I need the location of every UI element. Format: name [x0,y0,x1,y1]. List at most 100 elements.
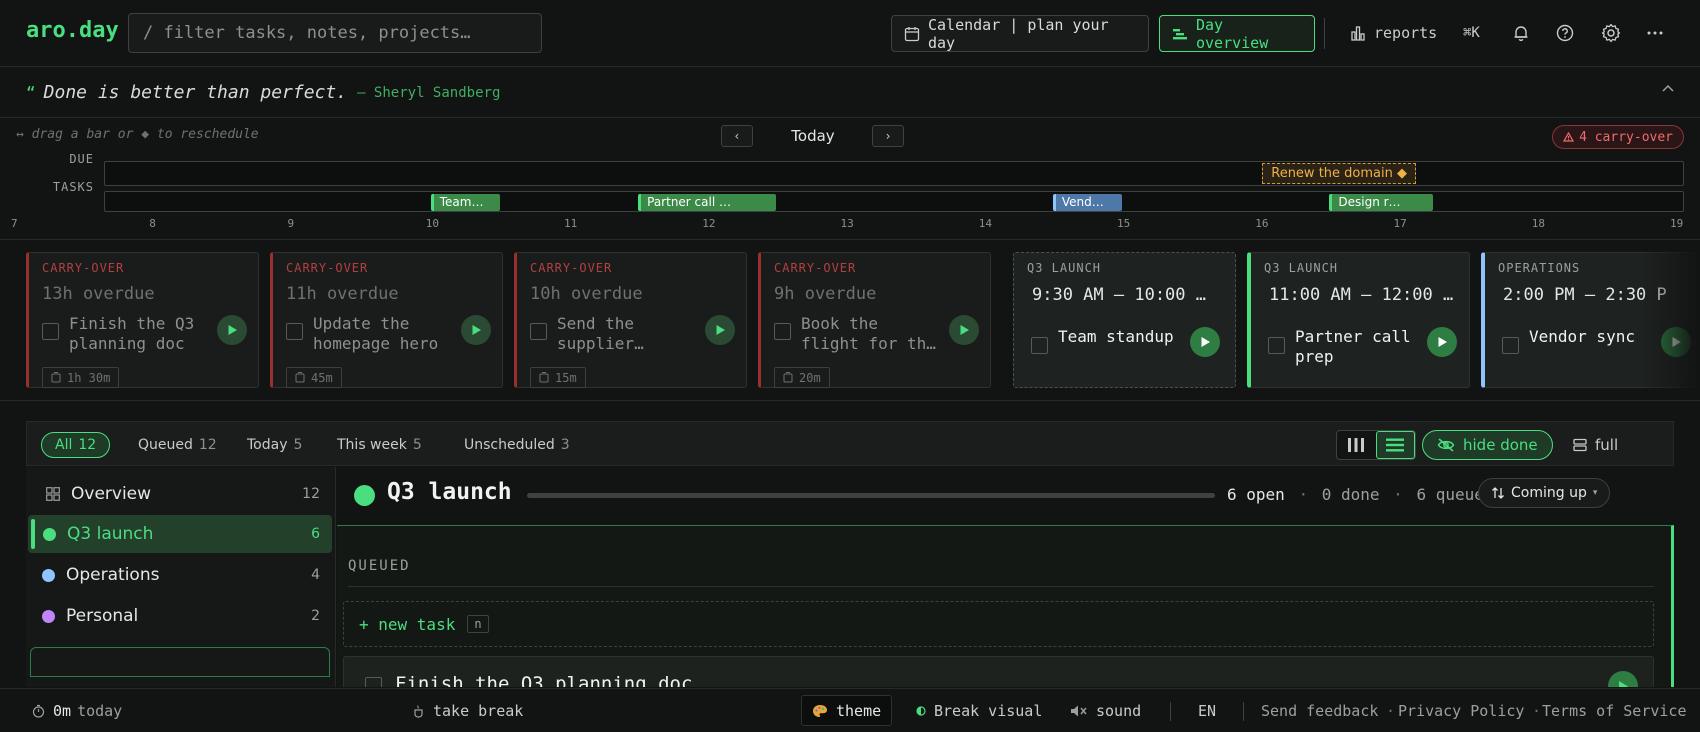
sidebar-next-item[interactable] [30,647,330,677]
carry-over-badge[interactable]: 4 carry-over [1552,125,1684,149]
privacy-link[interactable]: Privacy Policy [1398,689,1524,732]
card-title: Book the flight for th… [801,314,936,353]
sidebar-item-count: 4 [311,567,320,583]
project-color-dot [42,609,55,623]
due-track[interactable]: Renew the domain ◆ [104,161,1684,186]
sound-label: sound [1096,702,1142,720]
hour-tick: 19 [1670,217,1684,230]
timeline-task-bar[interactable]: Team… [430,194,500,211]
list-view-button[interactable] [1375,431,1415,459]
carry-over-card[interactable]: CARRY-OVER 13h overdue Finish the Q3 plann… [26,252,259,388]
timeline-task-bar[interactable]: Partner call … [638,194,777,211]
filter-tab[interactable]: All 12 [41,432,111,458]
sidebar-project-item[interactable]: Q3 launch 6 [28,515,332,553]
terms-link[interactable]: Terms of Service [1542,689,1687,732]
bar-chart-icon [1350,25,1366,41]
card-checkbox[interactable] [774,323,791,340]
card-checkbox[interactable] [1268,337,1285,354]
carry-over-card[interactable]: CARRY-OVER 9h overdue Book the flight for … [758,252,991,388]
card-duration: 20m [774,367,830,388]
card-kicker: CARRY-OVER [530,261,613,275]
filter-tab[interactable]: This week 5 [324,432,435,458]
new-task-shortcut: n [467,615,489,633]
card-title: Update the homepage hero [313,314,439,353]
app-logo[interactable]: aro.day [26,18,119,43]
carry-over-card[interactable]: CARRY-OVER 11h overdue Update the homepage… [270,252,503,388]
task-checkbox[interactable] [365,677,382,687]
calendar-button[interactable]: Calendar | plan your day [891,15,1149,52]
filter-tab-label: Queued [138,437,193,453]
command-palette-shortcut[interactable]: ⌘K [1463,22,1480,44]
sort-dropdown[interactable]: Coming up ▾ [1478,478,1611,508]
card-kicker: CARRY-OVER [42,261,125,275]
take-break-button[interactable]: take break [413,689,523,732]
start-task-button[interactable] [1608,671,1638,687]
card-checkbox[interactable] [1031,337,1048,354]
break-visual-button[interactable]: Break visual [916,689,1042,732]
filter-tab[interactable]: Queued 12 [125,432,230,458]
tasks-track[interactable]: Team… Partner call … Vend… Design r… [104,191,1684,212]
due-marker[interactable]: Renew the domain ◆ [1262,163,1416,184]
timeline-task-bar[interactable]: Vend… [1052,194,1122,211]
sidebar-project-item[interactable]: Operations 4 [28,556,332,594]
hour-tick: 12 [702,217,716,230]
next-day-button[interactable]: › [872,125,904,147]
card-checkbox[interactable] [1502,337,1519,354]
carry-over-card[interactable]: CARRY-OVER 10h overdue Send the supplier… 1… [514,252,747,388]
take-break-label: take break [433,702,524,720]
scheduled-task-card[interactable]: Q3 LAUNCH 9:30 AM – 10:00 … Team standup [1013,252,1236,388]
help-button[interactable] [1556,22,1574,44]
play-icon [1437,336,1448,348]
sidebar-project-item[interactable]: Personal 2 [28,597,332,635]
columns-icon [1347,437,1365,453]
hide-done-toggle[interactable]: hide done [1422,430,1553,460]
feedback-link[interactable]: Send feedback [1261,689,1378,732]
timer-icon [783,372,793,383]
more-menu-button[interactable] [1647,22,1663,44]
sidebar-item-overview[interactable]: Overview 12 [28,475,332,513]
day-overview-button[interactable]: Day overview [1159,15,1315,52]
sidebar-item-count: 12 [302,486,320,502]
project-detail: Q3 launch 6 open · 0 done · 6 queued Com… [337,467,1674,687]
start-task-button[interactable] [949,315,979,345]
filter-tab[interactable]: Unscheduled 3 [451,432,583,458]
notifications-button[interactable] [1512,22,1530,44]
task-row[interactable]: Finish the Q3 planning doc [343,656,1654,687]
focus-timer[interactable]: 0m today [32,689,122,732]
start-task-button[interactable] [461,315,491,345]
card-title: Team standup [1058,327,1174,346]
filter-tab-count: 3 [560,437,570,453]
reports-link[interactable]: reports [1350,22,1437,44]
today-label[interactable]: Today [760,127,866,145]
gear-icon [1601,23,1621,43]
language-selector[interactable]: EN [1198,689,1216,732]
new-task-button[interactable]: + new task n [343,601,1654,647]
collapse-quote-button[interactable] [1662,84,1674,92]
card-checkbox[interactable] [286,323,303,340]
timeline-task-bar[interactable]: Design r… [1329,194,1434,211]
previous-day-button[interactable]: ‹ [721,125,753,147]
project-header: Q3 launch 6 open · 0 done · 6 queued Com… [337,467,1674,525]
theme-button[interactable]: theme [801,695,893,726]
start-task-button[interactable] [1427,327,1457,357]
sound-toggle[interactable]: sound [1070,689,1141,732]
card-checkbox[interactable] [530,323,547,340]
warning-icon [1563,132,1575,142]
board-view-button[interactable] [1337,431,1376,459]
filter-tab-count: 12 [78,437,97,453]
search-input[interactable] [128,13,542,53]
card-kicker: CARRY-OVER [774,261,857,275]
full-view-button[interactable]: full [1573,434,1618,456]
top-bar: aro.day Calendar | plan your day Day ove… [0,0,1700,67]
settings-button[interactable] [1601,22,1621,44]
start-task-button[interactable] [705,315,735,345]
start-task-button[interactable] [1190,327,1220,357]
hour-tick: 10 [425,217,439,230]
start-task-button[interactable] [217,315,247,345]
filter-tab[interactable]: Today 5 [234,432,315,458]
card-overdue-time: 10h overdue [530,284,643,304]
card-checkbox[interactable] [42,323,59,340]
play-icon [1200,336,1211,348]
speaker-muted-icon [1070,704,1088,718]
scheduled-task-card[interactable]: Q3 LAUNCH 11:00 AM – 12:00 … Partner call … [1247,252,1470,388]
